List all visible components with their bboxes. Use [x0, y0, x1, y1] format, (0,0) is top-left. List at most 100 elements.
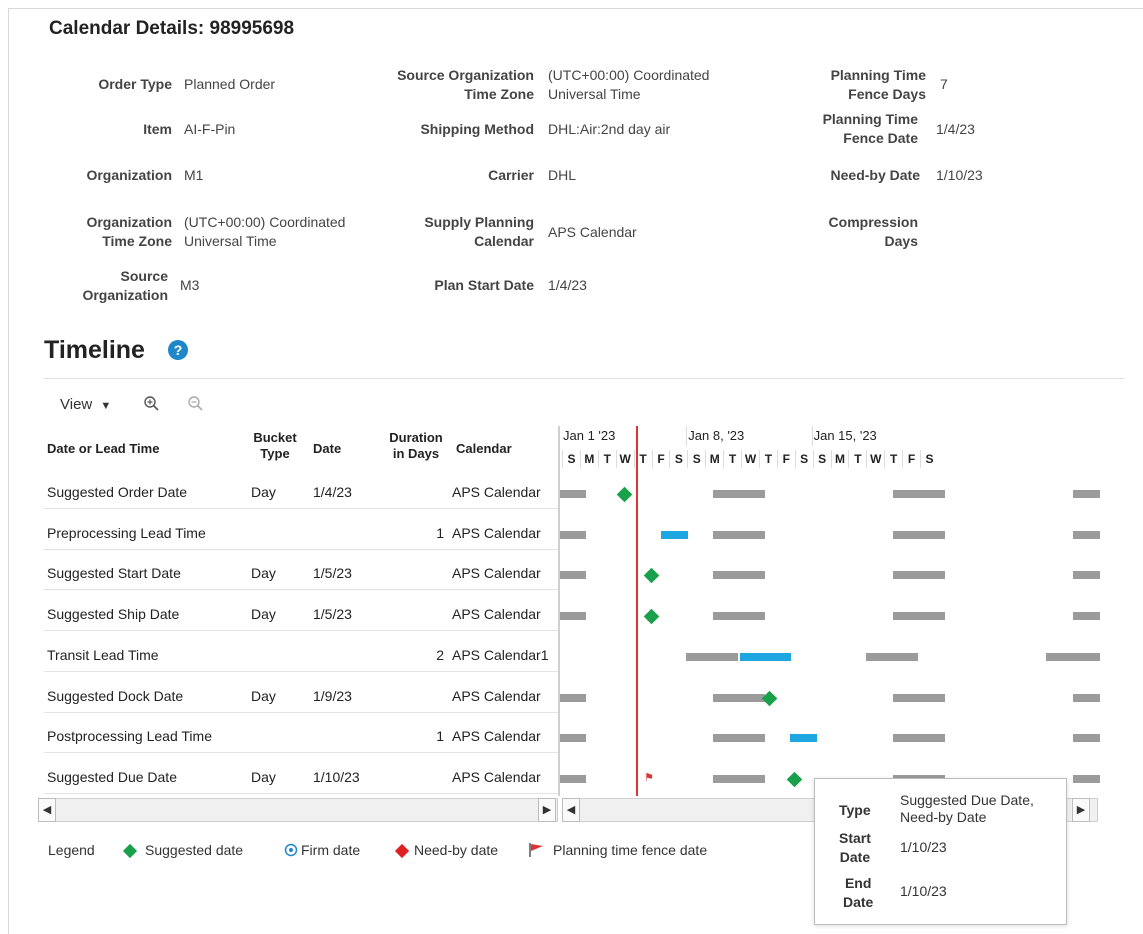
zoom-in-icon[interactable]	[142, 394, 160, 412]
non-working-bar	[1073, 490, 1100, 498]
row-calendar: APS Calendar	[452, 769, 541, 785]
scroll-left-button[interactable]: ◀	[38, 798, 56, 822]
carrier-label: Carrier	[488, 167, 534, 183]
suggested-date-marker	[643, 567, 659, 584]
col-header-calendar: Calendar	[456, 441, 512, 456]
day-label: T	[758, 450, 777, 468]
gantt-tooltip: Type Suggested Due Date, Need-by Date Sta…	[814, 778, 1067, 925]
row-bucket: Day	[251, 769, 276, 785]
gantt-chart: Jan 1 '23 Jan 8, '23 Jan 15, '23 S M T W T F S S M T…	[560, 426, 1100, 796]
day-label: S	[562, 450, 580, 468]
day-label: S	[794, 450, 813, 468]
row-name: Suggested Ship Date	[47, 606, 180, 622]
legend-label: Legend	[48, 842, 95, 858]
row-divider	[44, 793, 558, 794]
day-label: S	[920, 450, 938, 468]
non-working-bar	[1046, 653, 1100, 661]
col-header-duration: Duration in Days	[389, 430, 443, 461]
row-calendar: APS Calendar	[452, 525, 541, 541]
non-working-bar	[560, 694, 586, 702]
day-label: M	[705, 450, 723, 468]
plan-start-label: Plan Start Date	[434, 277, 534, 293]
view-menu-button[interactable]: View ▼	[60, 396, 111, 413]
day-label: S	[687, 450, 705, 468]
zoom-out-icon[interactable]	[186, 394, 204, 412]
legend-need-by: Need-by date	[414, 842, 499, 858]
day-label: T	[633, 450, 652, 468]
non-working-bar	[713, 734, 765, 742]
row-date: 1/10/23	[313, 769, 360, 785]
item-label: Item	[143, 121, 172, 137]
suggested-date-marker	[616, 486, 632, 503]
compression-days-label: Compression Days	[828, 214, 918, 249]
lead-time-bar	[790, 734, 817, 742]
row-divider	[44, 508, 558, 509]
source-org-timezone-label: Source Organization Time Zone	[397, 67, 534, 102]
row-name: Transit Lead Time	[47, 647, 159, 663]
flag-icon	[529, 843, 543, 857]
day-label: F	[776, 450, 795, 468]
page-title: Calendar Details: 98995698	[49, 18, 295, 39]
non-working-bar	[893, 490, 945, 498]
non-working-bar	[713, 775, 765, 783]
non-working-bar	[560, 571, 586, 579]
non-working-bar	[893, 694, 945, 702]
question-circle-icon[interactable]: ?	[168, 340, 188, 360]
non-working-bar	[893, 571, 945, 579]
scroll-right-button[interactable]: ▶	[538, 798, 556, 822]
plan-start-line	[636, 426, 638, 796]
row-divider	[44, 752, 558, 753]
row-calendar: APS Calendar	[452, 688, 541, 704]
day-label: F	[902, 450, 920, 468]
divider	[44, 378, 1124, 379]
row-divider	[44, 712, 558, 713]
tooltip-start-value: 1/10/23	[900, 839, 947, 855]
suggested-date-marker	[786, 771, 802, 788]
row-bucket: Day	[251, 688, 276, 704]
non-working-bar	[560, 775, 586, 783]
col-header-date: Date	[313, 441, 342, 456]
shipping-method-value: DHL:Air:2nd day air	[548, 121, 671, 137]
source-org-label: Source Organization	[82, 268, 168, 303]
non-working-bar	[686, 653, 738, 661]
item-value: AI-F-Pin	[184, 121, 236, 137]
lead-time-bar	[740, 653, 791, 661]
row-date: 1/5/23	[313, 565, 352, 581]
table-horizontal-scrollbar[interactable]	[38, 798, 558, 822]
row-duration: 1	[436, 525, 444, 541]
week-label: Jan 15, '23	[813, 428, 877, 443]
gantt-scroll-left-button[interactable]: ◀	[562, 798, 580, 822]
shipping-method-label: Shipping Method	[420, 121, 534, 137]
need-by-value: 1/10/23	[936, 167, 983, 183]
week-label: Jan 1 '23	[563, 428, 616, 443]
lead-time-bar	[661, 531, 688, 539]
row-calendar: APS Calendar1	[452, 647, 549, 663]
plan-start-value: 1/4/23	[548, 277, 587, 293]
non-working-bar	[1073, 734, 1100, 742]
non-working-bar	[560, 490, 586, 498]
non-working-bar	[713, 612, 765, 620]
row-divider	[44, 589, 558, 590]
gantt-scroll-right-button[interactable]: ▶	[1072, 798, 1090, 822]
day-label: W	[741, 450, 759, 468]
non-working-bar	[1073, 612, 1100, 620]
row-duration: 1	[436, 728, 444, 744]
non-working-bar	[560, 612, 586, 620]
row-date: 1/9/23	[313, 688, 352, 704]
row-date: 1/5/23	[313, 606, 352, 622]
tooltip-type-value: Suggested Due Date, Need-by Date	[900, 792, 1034, 825]
non-working-bar	[713, 531, 765, 539]
source-org-timezone-value: (UTC+00:00) Coordinated Universal Time	[548, 67, 710, 102]
row-divider	[44, 671, 558, 672]
week-divider	[811, 426, 813, 446]
non-working-bar	[713, 694, 765, 702]
week-label: Jan 8, '23	[688, 428, 745, 443]
day-label: T	[723, 450, 741, 468]
non-working-bar	[1073, 531, 1100, 539]
row-name: Suggested Order Date	[47, 484, 188, 500]
legend-ptf: Planning time fence date	[553, 842, 708, 858]
tooltip-end-value: 1/10/23	[900, 883, 947, 899]
ptf-days-label: Planning Time Fence Days	[830, 67, 926, 102]
firm-date-icon	[284, 843, 298, 857]
caret-down-icon: ▼	[100, 400, 112, 412]
